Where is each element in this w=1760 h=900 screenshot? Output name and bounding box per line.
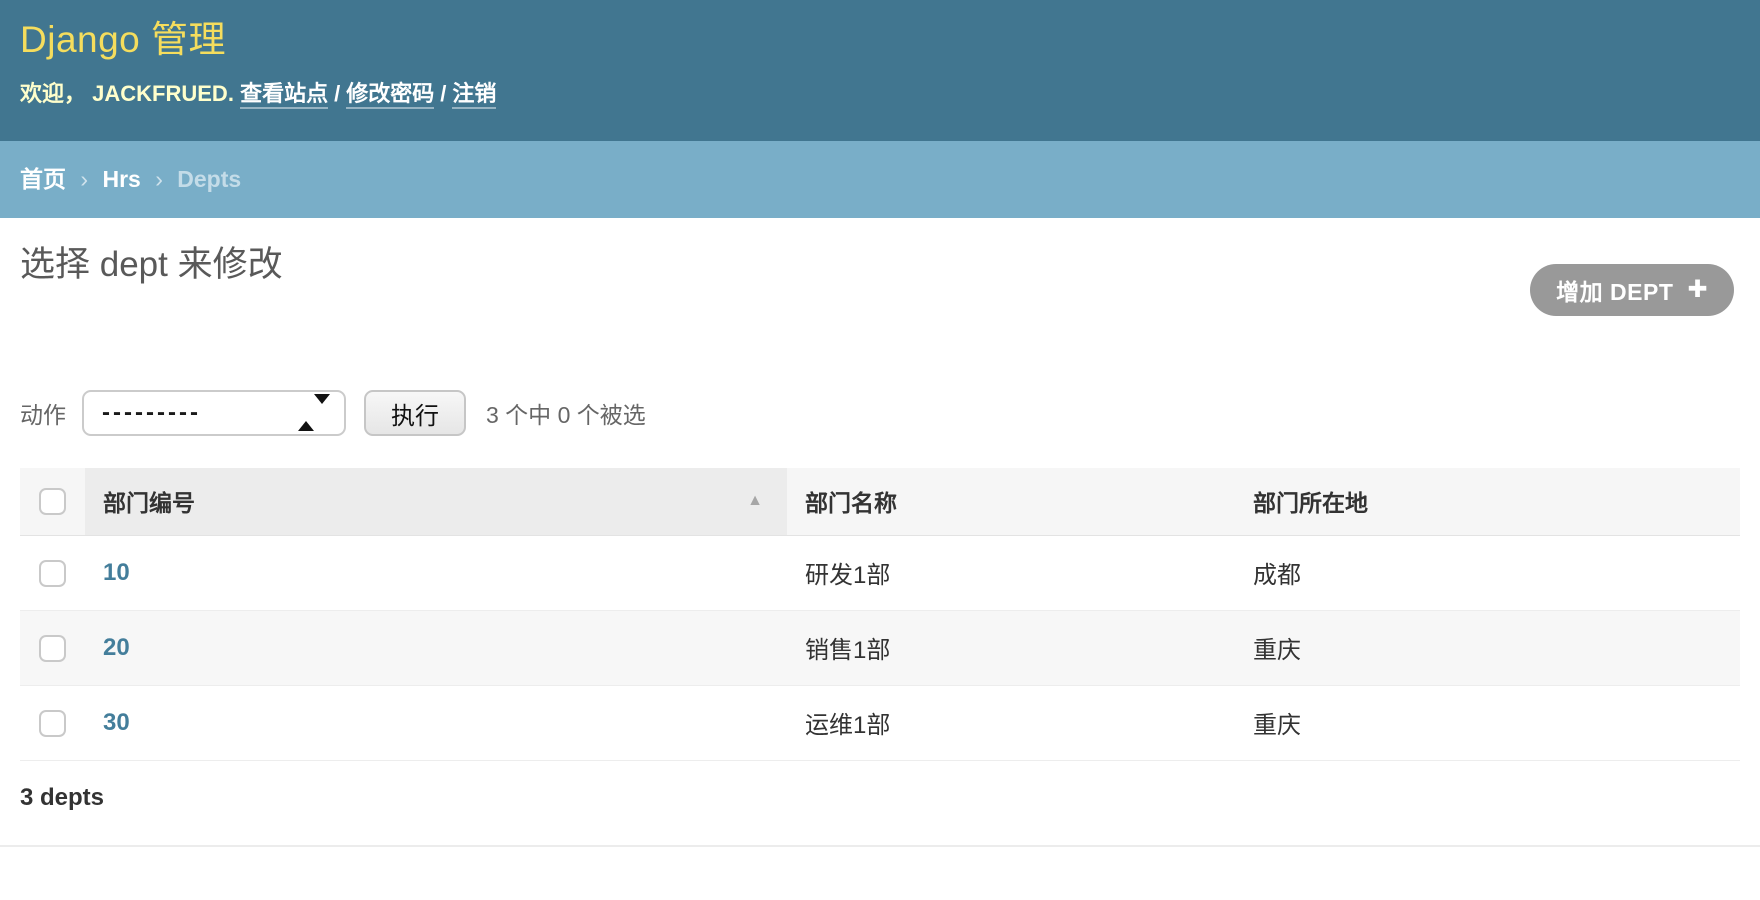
breadcrumb-separator: › xyxy=(80,166,88,192)
row-checkbox[interactable] xyxy=(39,710,66,737)
selection-counter: 3 个中 0 个被选 xyxy=(486,396,646,430)
row-checkbox[interactable] xyxy=(39,635,66,662)
dept-location-cell: 重庆 xyxy=(1235,685,1740,760)
site-title[interactable]: Django 管理 xyxy=(20,16,1740,64)
column-header-dept-no-label[interactable]: 部门编号 xyxy=(103,484,195,518)
dept-location-cell: 重庆 xyxy=(1235,610,1740,685)
change-password-link[interactable]: 修改密码 xyxy=(346,81,434,109)
dept-name-cell: 研发1部 xyxy=(787,535,1235,610)
table-row: 30 运维1部 重庆 xyxy=(20,685,1740,760)
column-header-dept-name-label[interactable]: 部门名称 xyxy=(805,490,897,516)
breadcrumb-home-link[interactable]: 首页 xyxy=(20,166,66,192)
breadcrumb-hrs-link[interactable]: Hrs xyxy=(102,166,140,192)
go-button[interactable]: 执行 xyxy=(364,390,466,436)
dept-change-list-table: 部门编号 ▲ 部门名称 部门所在地 10 研发1部 成都 xyxy=(20,468,1740,761)
action-select[interactable]: --------- xyxy=(82,390,346,436)
column-header-dept-name[interactable]: 部门名称 xyxy=(787,468,1235,535)
logout-link[interactable]: 注销 xyxy=(452,81,496,109)
select-stepper-icon xyxy=(298,404,330,422)
breadcrumb-current: Depts xyxy=(177,166,241,192)
app-header: Django 管理 欢迎， JACKFRUED. 查看站点/修改密码/注销 xyxy=(0,0,1760,141)
add-dept-button[interactable]: 增加 DEPT ✚ xyxy=(1530,264,1734,316)
breadcrumb: 首页 › Hrs › Depts xyxy=(0,141,1760,218)
user-tools: 欢迎， JACKFRUED. 查看站点/修改密码/注销 xyxy=(20,80,1740,107)
actions-bar: 动作 --------- 执行 3 个中 0 个被选 xyxy=(20,390,1740,436)
dept-name-cell: 销售1部 xyxy=(787,610,1235,685)
current-username: JACKFRUED. xyxy=(92,81,234,106)
link-separator: / xyxy=(334,81,340,106)
column-header-dept-location[interactable]: 部门所在地 xyxy=(1235,468,1740,535)
table-row: 10 研发1部 成都 xyxy=(20,535,1740,610)
page-title: 选择 dept 来修改 xyxy=(20,244,283,286)
welcome-label: 欢迎， xyxy=(20,81,86,106)
table-row: 20 销售1部 重庆 xyxy=(20,610,1740,685)
breadcrumb-separator: › xyxy=(155,166,163,192)
action-select-value: --------- xyxy=(102,399,201,427)
link-separator: / xyxy=(440,81,446,106)
add-dept-button-label: 增加 DEPT xyxy=(1556,273,1673,307)
plus-icon: ✚ xyxy=(1687,278,1708,302)
dept-location-cell: 成都 xyxy=(1235,535,1740,610)
select-all-header xyxy=(20,468,85,535)
column-header-dept-location-label[interactable]: 部门所在地 xyxy=(1253,490,1368,516)
object-tools: 增加 DEPT ✚ xyxy=(1530,264,1734,316)
dept-no-link[interactable]: 20 xyxy=(103,634,130,661)
dept-no-link[interactable]: 30 xyxy=(103,709,130,736)
select-all-checkbox[interactable] xyxy=(39,488,66,515)
footer-divider xyxy=(0,845,1760,847)
view-site-link[interactable]: 查看站点 xyxy=(240,81,328,109)
dept-name-cell: 运维1部 xyxy=(787,685,1235,760)
title-row: 选择 dept 来修改 增加 DEPT ✚ xyxy=(20,218,1740,316)
paginator-count: 3 depts xyxy=(20,783,1740,813)
sort-ascending-icon: ▲ xyxy=(747,492,763,510)
row-checkbox[interactable] xyxy=(39,560,66,587)
table-header-row: 部门编号 ▲ 部门名称 部门所在地 xyxy=(20,468,1740,535)
dept-no-link[interactable]: 10 xyxy=(103,559,130,586)
actions-label: 动作 xyxy=(20,396,66,430)
column-header-dept-no[interactable]: 部门编号 ▲ xyxy=(85,468,787,535)
main-content: 选择 dept 来修改 增加 DEPT ✚ 动作 --------- 执行 3 … xyxy=(0,218,1760,847)
